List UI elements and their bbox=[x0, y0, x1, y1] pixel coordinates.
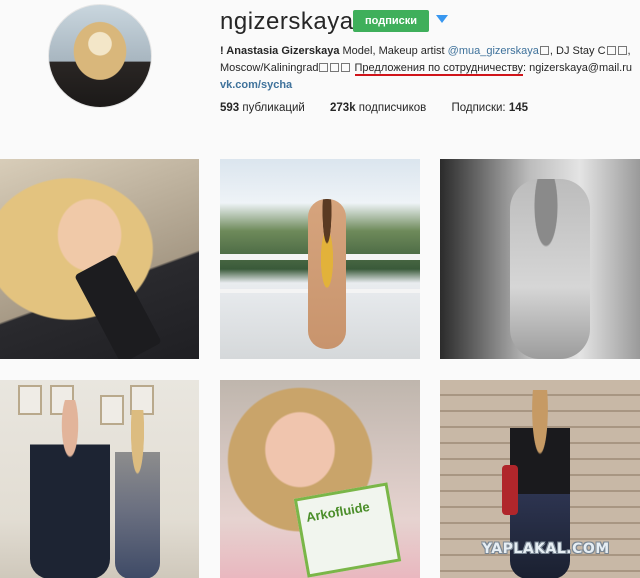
stat-posts: 593 публикаций bbox=[220, 102, 305, 114]
watermark: YAPLAKAL.COM bbox=[482, 541, 610, 557]
glyph-icon bbox=[539, 46, 549, 55]
stat-followers[interactable]: 273k подписчиков bbox=[330, 102, 426, 114]
product-label: Arkofluide bbox=[304, 498, 371, 525]
glyph-icon bbox=[341, 63, 351, 72]
photo-tile-1[interactable] bbox=[0, 159, 199, 359]
profile-username: ngizerskaya bbox=[220, 8, 354, 35]
bottle-shape bbox=[74, 254, 162, 359]
photo-tile-3[interactable] bbox=[440, 159, 640, 359]
stat-following[interactable]: Подписки: 145 bbox=[451, 102, 528, 114]
product-box: Arkofluide bbox=[293, 482, 402, 578]
glyph-icon bbox=[330, 63, 340, 72]
profile-bio: ! Anastasia Gizerskaya Model, Makeup art… bbox=[220, 45, 632, 91]
bio-text-dj: , DJ Stay C bbox=[549, 45, 606, 57]
chevron-down-icon[interactable] bbox=[436, 15, 448, 23]
bag-shape bbox=[502, 465, 518, 515]
person-shape bbox=[308, 199, 346, 349]
profile-stats: 593 публикаций 273k подписчиков Подписки… bbox=[220, 102, 550, 114]
glyph-icon bbox=[319, 63, 329, 72]
bio-name: ! Anastasia Gizerskaya bbox=[220, 45, 340, 57]
photo-tile-4[interactable] bbox=[0, 380, 199, 578]
person-shape bbox=[510, 179, 590, 359]
bio-email: : ngizerskaya@mail.ru bbox=[523, 62, 632, 74]
bio-location: Moscow/Kaliningrad bbox=[220, 62, 319, 74]
profile-avatar[interactable] bbox=[48, 4, 152, 108]
profile-header: ngizerskaya подписки ! Anastasia Gizersk… bbox=[0, 0, 640, 140]
bio-mention-link[interactable]: @mua_gizerskaya bbox=[448, 45, 539, 57]
glyph-icon bbox=[617, 46, 627, 55]
glyph-icon bbox=[606, 46, 616, 55]
person-shape bbox=[30, 400, 110, 578]
photo-tile-2[interactable] bbox=[220, 159, 420, 359]
photo-tile-5[interactable]: Arkofluide bbox=[220, 380, 420, 578]
follow-button[interactable]: подписки bbox=[353, 10, 429, 32]
person-shape bbox=[115, 410, 160, 578]
bio-cooperation-offer: Предложения по сотрудничеству bbox=[354, 62, 523, 76]
bio-text: Model, Makeup artist bbox=[339, 45, 448, 57]
website-link[interactable]: vk.com/sycha bbox=[220, 79, 292, 91]
